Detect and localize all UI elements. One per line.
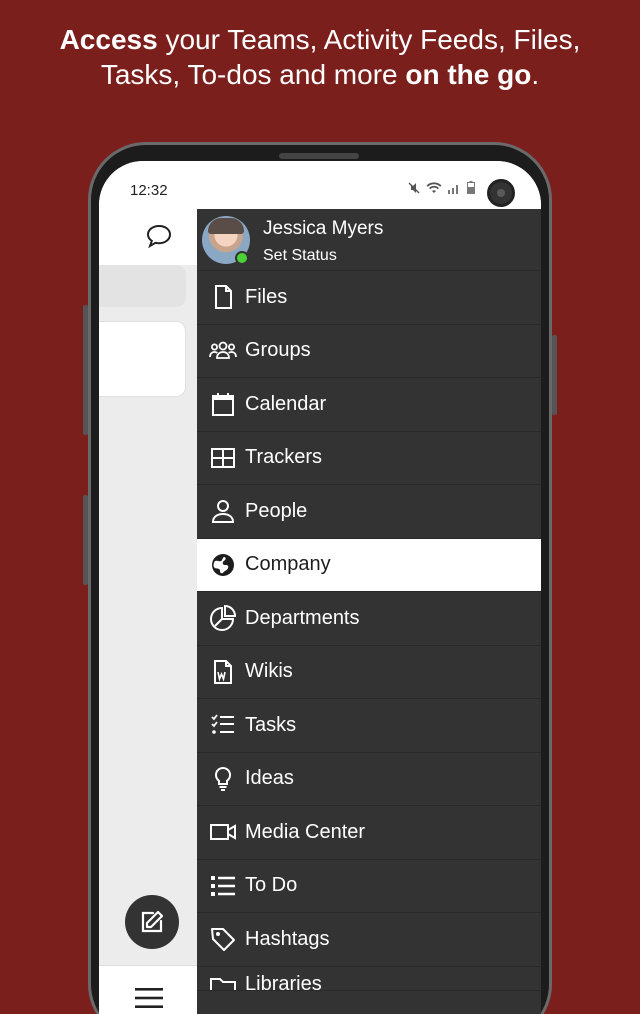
menu-label: Hashtags [245, 927, 330, 950]
background-app-topbar [99, 209, 197, 265]
status-icons [408, 181, 475, 197]
pie-chart-icon [207, 604, 239, 632]
phone-volume-button [83, 305, 88, 435]
video-camera-icon [207, 818, 239, 846]
compose-icon [141, 910, 164, 933]
wiki-doc-icon [207, 658, 239, 686]
calendar-icon [207, 390, 239, 418]
menu-item-hashtags[interactable]: Hashtags [197, 913, 541, 967]
signal-icon [448, 185, 459, 194]
menu-item-groups[interactable]: Groups [197, 325, 541, 378]
promo-headline: Access your Teams, Activity Feeds, Files… [0, 22, 640, 92]
menu-label: People [245, 499, 308, 522]
lightbulb-icon [207, 765, 239, 793]
headline-bold-2: on the go [405, 59, 532, 90]
status-time: 12:32 [130, 182, 168, 199]
status-bar: 12:32 [99, 161, 541, 209]
headline-text-1: your Teams, Activity Feeds, Files, [157, 24, 581, 55]
file-icon [207, 283, 239, 311]
online-status-indicator [235, 251, 249, 265]
menu-label: Files [245, 285, 288, 308]
phone-frame: 12:32 Jessica Myers Set Status Files Gro… [83, 142, 557, 1014]
background-card[interactable] [99, 321, 186, 397]
menu-label: Ideas [245, 767, 294, 790]
phone-side-button [83, 495, 88, 585]
menu-label: Libraries [245, 972, 322, 991]
menu-item-libraries[interactable]: Libraries [197, 967, 541, 991]
chat-bubble-icon[interactable] [145, 223, 173, 249]
headline-bold-1: Access [59, 24, 158, 55]
headline-period: . [531, 59, 540, 90]
phone-screen: 12:32 Jessica Myers Set Status Files Gro… [99, 161, 541, 1014]
menu-item-people[interactable]: People [197, 485, 541, 539]
menu-label: Calendar [245, 392, 327, 415]
menu-item-trackers[interactable]: Trackers [197, 432, 541, 485]
profile-name: Jessica Myers [263, 218, 384, 239]
tag-icon [207, 925, 239, 953]
table-icon [207, 444, 239, 472]
checklist-icon [207, 711, 239, 739]
set-status-link[interactable]: Set Status [263, 247, 337, 265]
menu-label: Trackers [245, 446, 323, 469]
menu-item-to-do[interactable]: To Do [197, 860, 541, 913]
menu-label: To Do [245, 874, 298, 897]
menu-label: Wikis [245, 660, 293, 683]
globe-icon [207, 551, 239, 579]
menu-item-calendar[interactable]: Calendar [197, 378, 541, 432]
menu-item-media-center[interactable]: Media Center [197, 806, 541, 860]
avatar[interactable] [202, 216, 250, 265]
menu-item-ideas[interactable]: Ideas [197, 753, 541, 806]
front-camera [487, 179, 515, 207]
phone-speaker [279, 153, 359, 159]
menu-label: Groups [245, 339, 311, 362]
folder-icon [207, 973, 239, 990]
compose-button[interactable] [125, 895, 179, 949]
mute-icon [408, 182, 420, 194]
navigation-drawer: Jessica Myers Set Status Files Groups Ca… [197, 209, 541, 1014]
menu-label: Company [245, 553, 331, 576]
menu-label: Tasks [245, 713, 297, 736]
phone-power-button [552, 335, 557, 415]
menu-item-wikis[interactable]: Wikis [197, 646, 541, 699]
menu-label: Media Center [245, 820, 366, 843]
menu-item-tasks[interactable]: Tasks [197, 699, 541, 753]
background-search-box[interactable] [99, 265, 186, 307]
list-icon [207, 872, 239, 900]
avatar-hat [208, 218, 244, 234]
menu-label: Departments [245, 606, 360, 629]
battery-icon [467, 181, 475, 194]
menu-item-files[interactable]: Files [197, 271, 541, 325]
hamburger-menu-icon[interactable] [135, 986, 163, 1010]
headline-text-2: Tasks, To-dos and more [100, 59, 406, 90]
person-icon [207, 497, 239, 525]
wifi-icon [426, 182, 442, 193]
background-app [99, 209, 197, 1014]
profile-header[interactable]: Jessica Myers Set Status [197, 209, 541, 271]
menu-item-company[interactable]: Company [197, 538, 541, 592]
background-bottom-bar [99, 965, 197, 1014]
menu-item-departments[interactable]: Departments [197, 592, 541, 646]
groups-icon [207, 337, 239, 365]
